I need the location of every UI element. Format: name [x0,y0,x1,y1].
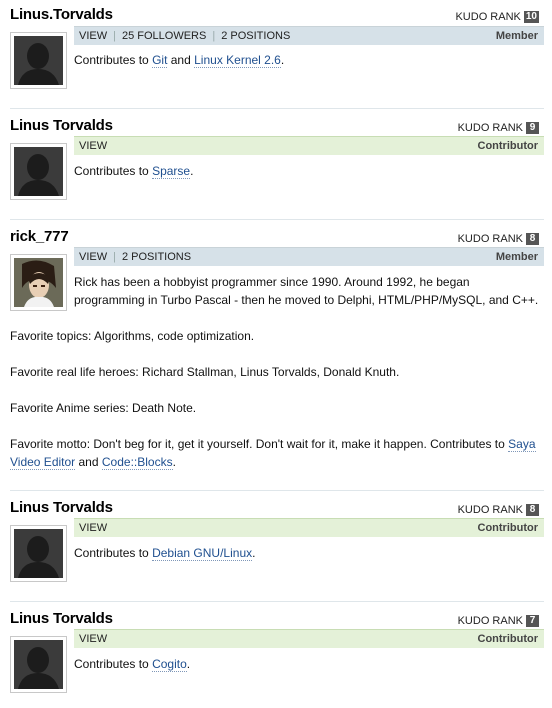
kudo-rank-label: KUDO RANK [457,615,523,627]
divider [10,490,544,491]
kudo-rank-badge: 7 [526,615,539,627]
kudo-rank: KUDO RANK 8 [458,233,539,245]
silhouette-avatar-icon [14,640,63,689]
contributions-text: Contributes to Cogito. [74,657,191,672]
favorite-anime: Favorite Anime series: Death Note. [10,401,197,415]
project-link[interactable]: Code::Blocks [101,455,173,470]
followers-link[interactable]: 25 FOLLOWERS [122,30,206,42]
divider [10,219,544,220]
bio-details: Favorite topics: Algorithms, code optimi… [10,327,546,489]
profile-action-bar: VIEW | 2 POSITIONS Member [74,247,544,266]
project-link[interactable]: Linux Kernel 2.6 [194,53,281,68]
avatar[interactable] [10,143,67,200]
silhouette-avatar-icon [14,529,63,578]
kudo-rank-badge: 8 [526,504,539,516]
contributions-text: Contributes to Sparse. [74,164,194,179]
view-link[interactable]: VIEW [79,522,107,534]
view-link[interactable]: VIEW [79,30,107,42]
kudo-rank: KUDO RANK 10 [455,11,539,23]
favorite-heroes: Favorite real life heroes: Richard Stall… [10,365,400,379]
kudo-rank-badge: 8 [526,233,539,245]
profile-action-bar: VIEW Contributor [74,518,544,537]
kudo-rank-label: KUDO RANK [457,122,523,134]
silhouette-avatar-icon [14,147,63,196]
role-label: Contributor [477,633,538,645]
kudo-rank-label: KUDO RANK [457,504,523,516]
anime-avatar-icon [14,258,63,307]
separator: | [212,30,216,42]
favorite-topics: Favorite topics: Algorithms, code optimi… [10,329,255,343]
user-name[interactable]: Linus Torvalds [10,499,113,516]
divider [10,601,544,602]
kudo-rank-label: KUDO RANK [457,233,523,245]
profile-action-bar: VIEW | 25 FOLLOWERS | 2 POSITIONS Member [74,26,544,45]
role-label: Contributor [477,522,538,534]
user-name[interactable]: Linus Torvalds [10,117,113,134]
user-name[interactable]: rick_777 [10,228,69,245]
project-link[interactable]: Sparse [152,164,191,179]
kudo-rank-badge: 9 [526,122,539,134]
role-label: Member [495,30,538,42]
role-label: Contributor [477,140,538,152]
kudo-rank: KUDO RANK 9 [458,122,539,134]
kudo-rank: KUDO RANK 7 [458,615,539,627]
divider [10,108,544,109]
user-name[interactable]: Linus Torvalds [10,610,113,627]
kudo-rank-badge: 10 [523,11,539,23]
view-link[interactable]: VIEW [79,633,107,645]
role-label: Member [495,251,538,263]
kudo-rank-label: KUDO RANK [455,11,521,23]
bio-text: Rick has been a hobbyist programmer sinc… [74,275,539,307]
view-link[interactable]: VIEW [79,251,107,263]
avatar[interactable] [10,525,67,582]
separator: | [113,30,116,42]
silhouette-avatar-icon [14,36,63,85]
contributions-text: Contributes to Git and Linux Kernel 2.6. [74,53,285,68]
user-name[interactable]: Linus.Torvalds [10,6,113,23]
view-link[interactable]: VIEW [79,140,107,152]
contributions-text: Contributes to Debian GNU/Linux. [74,546,256,561]
avatar[interactable] [10,636,67,693]
project-link[interactable]: Git [152,53,168,68]
project-link[interactable]: Cogito [152,657,187,672]
project-link[interactable]: Debian GNU/Linux [152,546,253,561]
profile-action-bar: VIEW Contributor [74,136,544,155]
profile-action-bar: VIEW Contributor [74,629,544,648]
avatar[interactable] [10,32,67,89]
positions-link[interactable]: 2 POSITIONS [122,251,191,263]
favorite-motto: Favorite motto: Don't beg for it, get it… [10,437,536,470]
separator: | [113,251,116,263]
avatar[interactable] [10,254,67,311]
positions-link[interactable]: 2 POSITIONS [221,30,290,42]
kudo-rank: KUDO RANK 8 [458,504,539,516]
